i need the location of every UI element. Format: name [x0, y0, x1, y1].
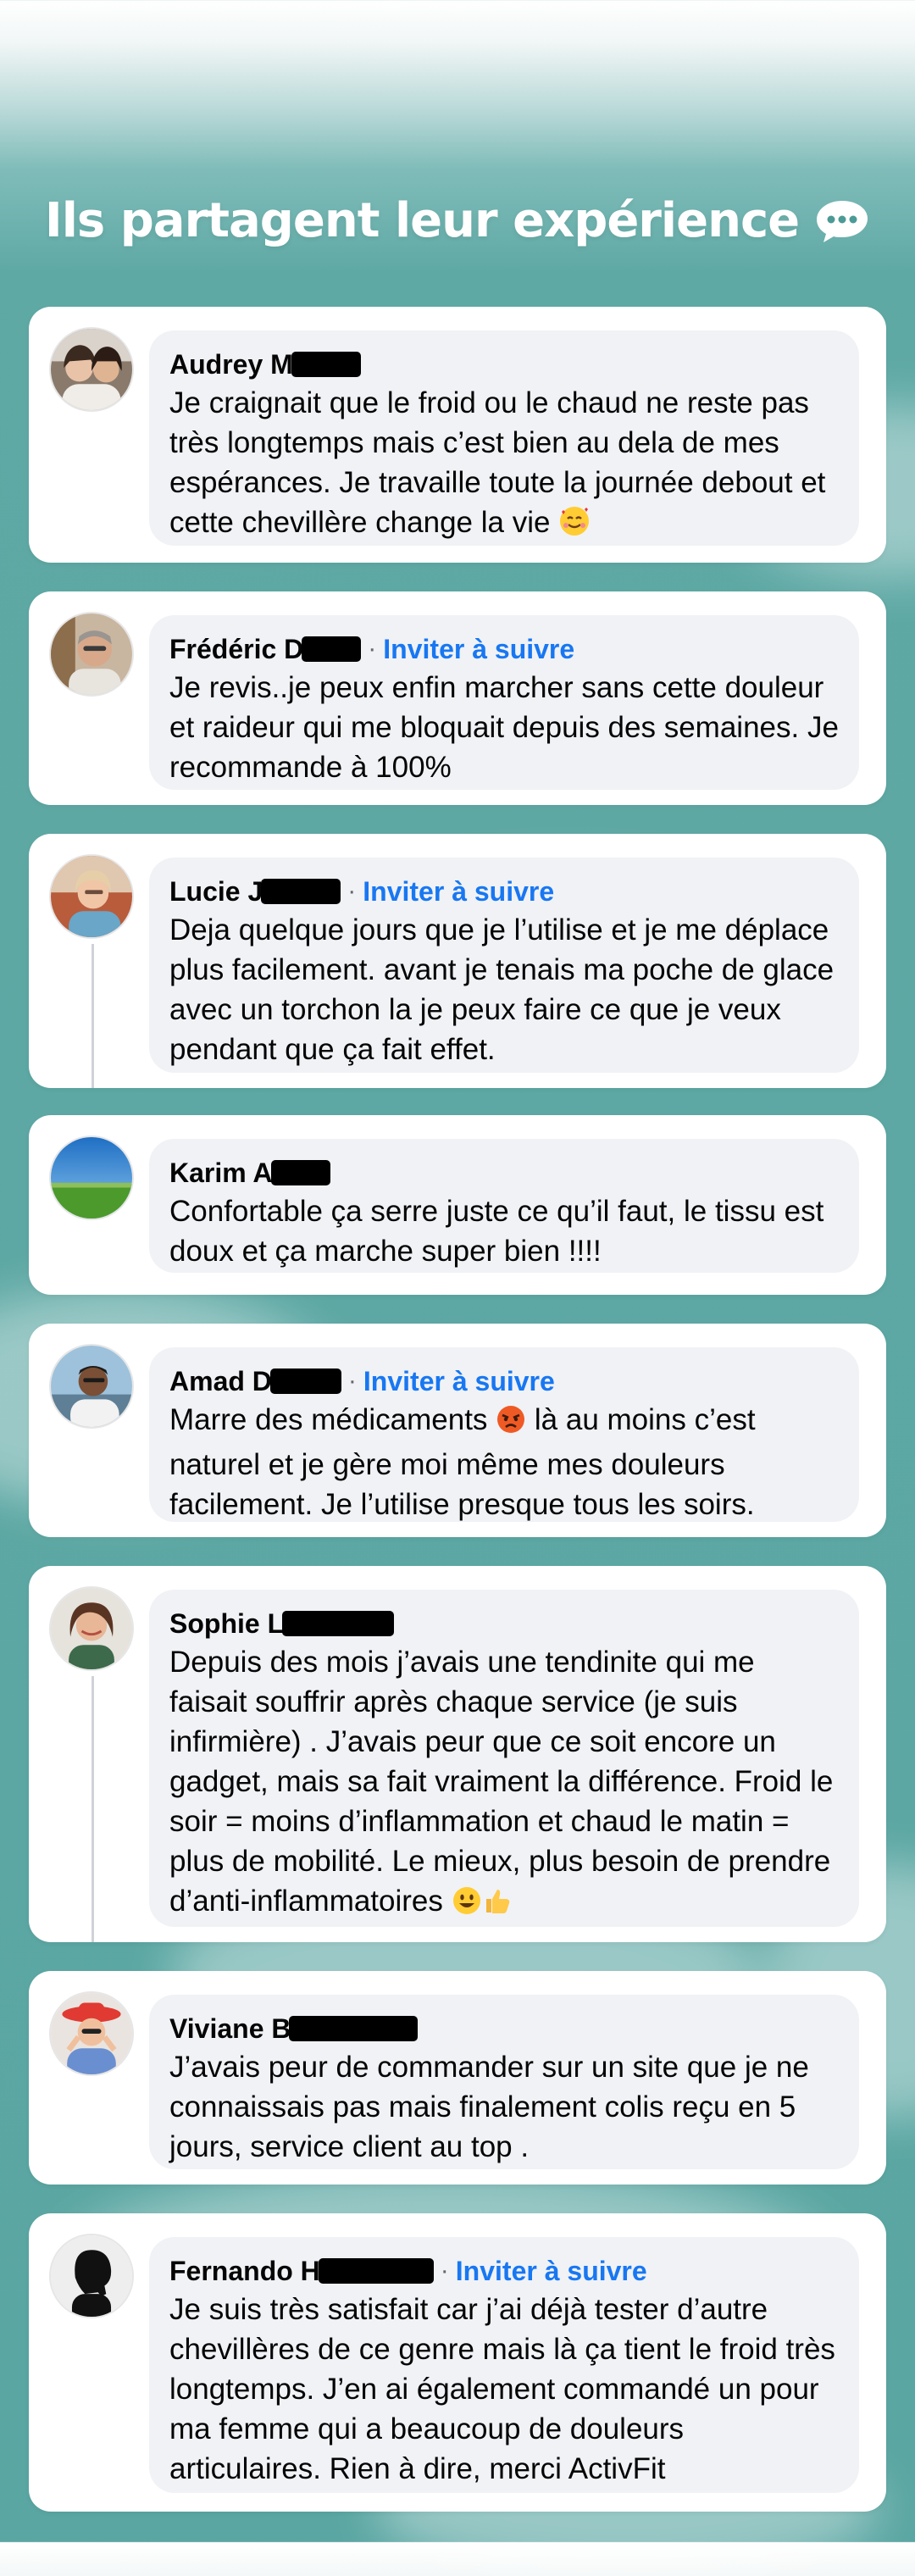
avatar[interactable] — [49, 1344, 134, 1429]
avatar[interactable] — [49, 1991, 134, 2076]
review-card: Audrey M Je craignait que le froid ou le… — [29, 307, 886, 563]
review-card: Amad D · Inviter à suivre Marre des médi… — [29, 1324, 886, 1537]
comment-bubble: Sophie L Depuis des mois j’avais une ten… — [149, 1590, 859, 1927]
grinning-face-icon — [452, 1885, 482, 1926]
comment-bubble: Lucie J · Inviter à suivre Deja quelque … — [149, 858, 859, 1073]
comment-bubble: Karim A Confortable ça serre juste ce qu… — [149, 1139, 859, 1273]
avatar[interactable] — [49, 2234, 134, 2318]
comment-bubble: Fernando H · Inviter à suivre Je suis tr… — [149, 2237, 859, 2493]
commenter-name[interactable]: Fernando H — [169, 2256, 320, 2287]
redaction-bar — [291, 352, 361, 377]
commenter-name[interactable]: Frédéric D — [169, 634, 303, 665]
dot-separator: · — [368, 635, 377, 663]
redaction-bar — [302, 636, 362, 662]
commenter-name[interactable]: Karim A — [169, 1158, 273, 1189]
comment-bubble: Audrey M Je craignait que le froid ou le… — [149, 330, 859, 546]
commenter-name[interactable]: Sophie L — [169, 1608, 284, 1640]
thread-line — [92, 944, 94, 1088]
avatar[interactable] — [49, 854, 134, 939]
dot-separator: · — [440, 2257, 449, 2285]
redaction-bar — [261, 879, 341, 904]
comment-bubble: Frédéric D · Inviter à suivre Je revis..… — [149, 615, 859, 790]
comment-text: Marre des médicaments — [169, 1403, 488, 1436]
review-card: Frédéric D · Inviter à suivre Je revis..… — [29, 591, 886, 805]
commenter-name[interactable]: Lucie J — [169, 876, 263, 908]
avatar[interactable] — [49, 1586, 134, 1671]
review-card: Fernando H · Inviter à suivre Je suis tr… — [29, 2213, 886, 2512]
comment-bubble: Amad D · Inviter à suivre Marre des médi… — [149, 1347, 859, 1522]
follow-invite-link[interactable]: Inviter à suivre — [383, 634, 574, 665]
avatar[interactable] — [49, 612, 134, 697]
comment-text: Deja quelque jours que je l’utilise et j… — [169, 913, 835, 1066]
follow-invite-link[interactable]: Inviter à suivre — [363, 1366, 555, 1397]
follow-invite-link[interactable]: Inviter à suivre — [456, 2256, 647, 2287]
speech-bubble-icon — [814, 198, 870, 244]
review-card: Lucie J · Inviter à suivre Deja quelque … — [29, 834, 886, 1088]
dot-separator: · — [347, 877, 357, 905]
commenter-name[interactable]: Audrey M — [169, 349, 293, 380]
comment-text: Je suis très satisfait car j’ai déjà tes… — [169, 2293, 835, 2485]
redaction-bar — [270, 1160, 330, 1185]
angry-face-icon — [496, 1404, 526, 1445]
commenter-name[interactable]: Amad D — [169, 1366, 272, 1397]
comment-text: J’avais peur de commander sur un site qu… — [169, 2051, 809, 2163]
redaction-bar — [289, 2016, 419, 2041]
redaction-bar — [318, 2258, 434, 2284]
avatar[interactable] — [49, 327, 134, 412]
page-title: Ils partagent leur expérience — [0, 193, 915, 248]
commenter-name[interactable]: Viviane B — [169, 2013, 291, 2045]
review-card: Viviane B J’avais peur de commander sur … — [29, 1971, 886, 2185]
dot-separator: · — [347, 1367, 357, 1395]
thumbs-up-icon — [482, 1885, 513, 1926]
review-card: Karim A Confortable ça serre juste ce qu… — [29, 1115, 886, 1295]
follow-invite-link[interactable]: Inviter à suivre — [363, 876, 554, 908]
redaction-bar — [282, 1611, 395, 1636]
comment-bubble: Viviane B J’avais peur de commander sur … — [149, 1995, 859, 2169]
page-title-text: Ils partagent leur expérience — [44, 193, 800, 248]
avatar[interactable] — [49, 1135, 134, 1220]
comment-text: Je craignait que le froid ou le chaud ne… — [169, 386, 826, 539]
smiling-face-with-hearts-icon — [558, 505, 591, 547]
comment-text: Je revis..je peux enfin marcher sans cet… — [169, 671, 839, 784]
comment-text: Confortable ça serre juste ce qu’il faut… — [169, 1195, 824, 1268]
thread-line — [92, 1676, 94, 1942]
comment-text: Depuis des mois j’avais une tendinite qu… — [169, 1646, 834, 1918]
redaction-bar — [269, 1368, 341, 1394]
review-card: Sophie L Depuis des mois j’avais une ten… — [29, 1566, 886, 1942]
